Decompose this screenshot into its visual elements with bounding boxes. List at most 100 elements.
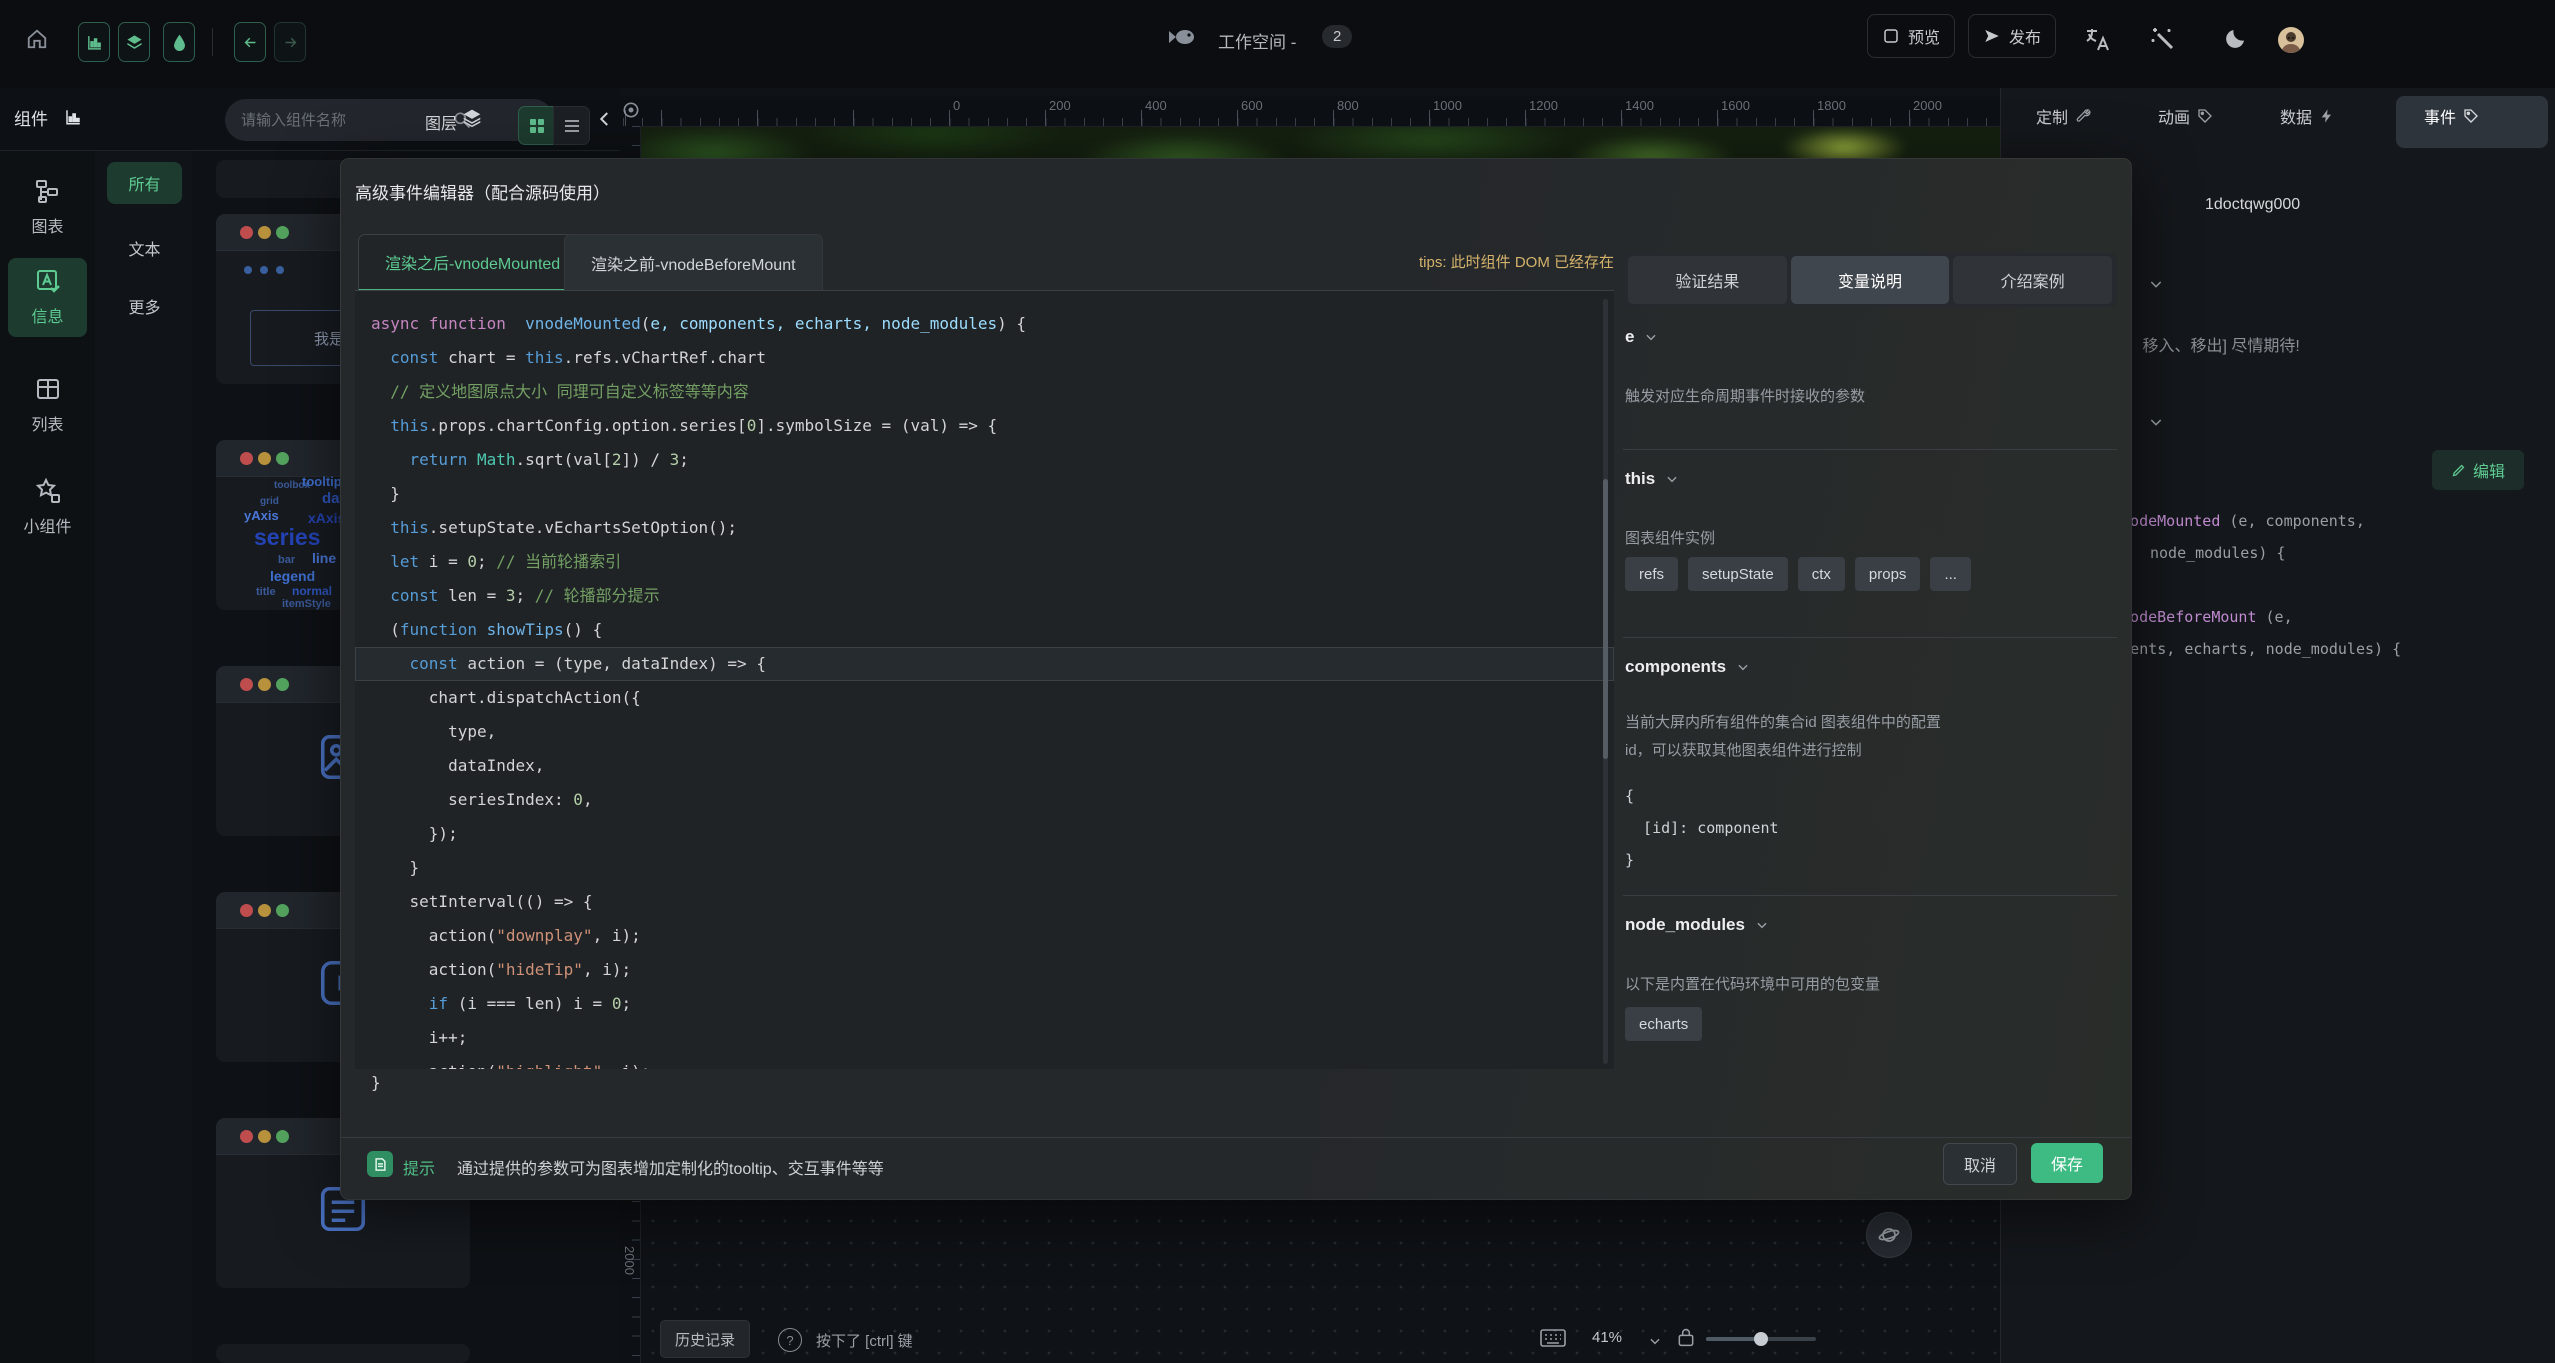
chart-tool-button[interactable] (78, 22, 110, 62)
component-card-fragment[interactable] (216, 1344, 470, 1363)
search-input[interactable] (225, 99, 554, 141)
list-view-toggle[interactable] (553, 106, 590, 145)
chevron-down-icon[interactable] (2148, 414, 2164, 430)
send-icon (1983, 27, 2001, 45)
tag-pill[interactable]: ... (1930, 557, 1971, 591)
code-editor[interactable]: async function vnodeMounted(e, component… (355, 291, 1614, 1069)
filter-tab-more[interactable]: 更多 (107, 285, 182, 327)
chevron-down-icon (1736, 660, 1750, 674)
layers-tool-button[interactable] (118, 22, 150, 62)
code-line[interactable]: let i = 0; // 当前轮播索引 (355, 545, 1614, 579)
code-line[interactable]: setInterval(() => { (355, 885, 1614, 919)
redo-button[interactable] (274, 22, 306, 62)
edit-events-button[interactable]: 编辑 (2432, 450, 2524, 490)
sidebar-item-widgets[interactable]: 小组件 (8, 468, 87, 547)
code-line[interactable]: const action = (type, dataIndex) => { (355, 647, 1614, 681)
horizontal-ruler: 0200400600800100012001400160018002000 (620, 96, 2000, 127)
tag-pill[interactable]: echarts (1625, 1007, 1702, 1041)
wordcloud-word: tooltip (302, 474, 342, 489)
key-hint-text: 按下了 [ctrl] 键 (816, 1330, 913, 1351)
history-button[interactable]: 历史记录 (660, 1320, 750, 1358)
lock-icon[interactable] (1676, 1326, 1696, 1348)
code-line[interactable]: this.setupState.vEchartsSetOption(); (355, 511, 1614, 545)
code-line[interactable]: const len = 3; // 轮播部分提示 (355, 579, 1614, 613)
preview-button[interactable]: 预览 (1867, 14, 1955, 58)
code-line[interactable]: // 定义地图原点大小 同理可自定义标签等等内容 (355, 375, 1614, 409)
code-line[interactable]: return Math.sqrt(val[2]) / 3; (355, 443, 1614, 477)
section-components[interactable]: components (1625, 657, 1750, 677)
sidebar-item-charts[interactable]: 图表 (8, 168, 87, 247)
code-line[interactable]: type, (355, 715, 1614, 749)
tab-variable-docs[interactable]: 变量说明 (1791, 256, 1950, 304)
code-line[interactable]: dataIndex, (355, 749, 1614, 783)
code-line[interactable]: action("downplay", i); (355, 919, 1614, 953)
sidebar-item-info[interactable]: 信息 (8, 258, 87, 337)
chevron-down-icon[interactable] (1648, 1334, 1662, 1348)
keyboard-icon[interactable] (1540, 1328, 1566, 1348)
tab-vnodeMounted[interactable]: 渲染之后-vnodeMounted (358, 234, 587, 291)
save-button[interactable]: 保存 (2031, 1143, 2103, 1183)
edit-label: 编辑 (2473, 458, 2505, 482)
footer-divider (341, 1137, 2131, 1138)
tab-validation-result[interactable]: 验证结果 (1628, 256, 1787, 304)
code-line[interactable]: action("highlight", i); (355, 1055, 1614, 1069)
dark-mode-moon-icon[interactable] (2224, 26, 2248, 50)
collapse-panel-chevron[interactable] (596, 110, 614, 128)
yellow-dot-icon (258, 1130, 271, 1143)
zoom-slider[interactable] (1706, 1337, 1816, 1341)
code-line[interactable]: const chart = this.refs.vChartRef.chart (355, 341, 1614, 375)
code-line[interactable]: action("hideTip", i); (355, 953, 1614, 987)
section-this[interactable]: this (1625, 469, 1679, 489)
drop-tool-button[interactable] (163, 22, 195, 62)
home-icon[interactable] (26, 28, 48, 50)
code-line[interactable]: async function vnodeMounted(e, component… (355, 307, 1614, 341)
cancel-button[interactable]: 取消 (1943, 1143, 2017, 1185)
code-line[interactable]: if (i === len) i = 0; (355, 987, 1614, 1021)
undo-button[interactable] (234, 22, 266, 62)
publish-button[interactable]: 发布 (1968, 14, 2056, 58)
grid-view-toggle[interactable] (518, 106, 555, 145)
language-icon[interactable] (2084, 26, 2112, 54)
theme-planet-button[interactable] (1866, 1212, 1912, 1258)
wordcloud-word: itemStyle (282, 598, 331, 610)
code-line[interactable]: chart.dispatchAction({ (355, 681, 1614, 715)
section-e[interactable]: e (1625, 327, 1658, 347)
section-node-modules[interactable]: node_modules (1625, 915, 1769, 935)
editor-scrollbar-thumb[interactable] (1603, 479, 1608, 759)
magic-wand-icon[interactable] (2150, 26, 2176, 52)
tag-pill[interactable]: ctx (1798, 557, 1845, 591)
tag-pill[interactable]: refs (1625, 557, 1678, 591)
lightning-icon (2319, 108, 2335, 124)
chevron-down-icon[interactable] (2148, 276, 2164, 292)
tab-customize[interactable]: 定制 (2036, 104, 2091, 128)
code-line[interactable]: } (355, 477, 1614, 511)
tab-vnodeBeforeMount[interactable]: 渲染之前-vnodeBeforeMount (564, 234, 823, 291)
zoom-slider-handle[interactable] (1754, 1332, 1768, 1346)
tag-pill[interactable]: props (1855, 557, 1921, 591)
tag-pill[interactable]: setupState (1688, 557, 1788, 591)
user-avatar[interactable] (2278, 27, 2304, 53)
editor-scrollbar[interactable] (1603, 299, 1608, 1064)
code-line[interactable]: } (355, 851, 1614, 885)
sidebar-filters (95, 150, 193, 1363)
tab-animation[interactable]: 动画 (2158, 104, 2213, 128)
tab-events[interactable]: 事件 (2424, 104, 2479, 128)
preview-dot (244, 266, 252, 274)
browser-window-icon (1882, 27, 1900, 45)
code-line[interactable]: }); (355, 817, 1614, 851)
code-line[interactable]: this.props.chartConfig.option.series[0].… (355, 409, 1614, 443)
filter-tab-text[interactable]: 文本 (107, 227, 182, 269)
workspace-title: 工作空间 - (1218, 28, 1296, 53)
zoom-level-select[interactable]: 41% (1592, 1329, 1622, 1346)
ruler-corner-crosshair-icon[interactable] (621, 100, 641, 120)
code-line[interactable]: (function showTips() { (355, 613, 1614, 647)
filter-tab-all[interactable]: 所有 (107, 162, 182, 204)
vertical-ruler-label: 2000 (622, 1246, 637, 1275)
tab-data[interactable]: 数据 (2280, 104, 2335, 128)
help-icon[interactable]: ? (778, 1328, 802, 1352)
code-line[interactable]: i++; (355, 1021, 1614, 1055)
tab-examples[interactable]: 介绍案例 (1953, 256, 2112, 304)
pencil-icon (2451, 463, 2466, 478)
sidebar-item-list[interactable]: 列表 (8, 366, 87, 445)
code-line[interactable]: seriesIndex: 0, (355, 783, 1614, 817)
